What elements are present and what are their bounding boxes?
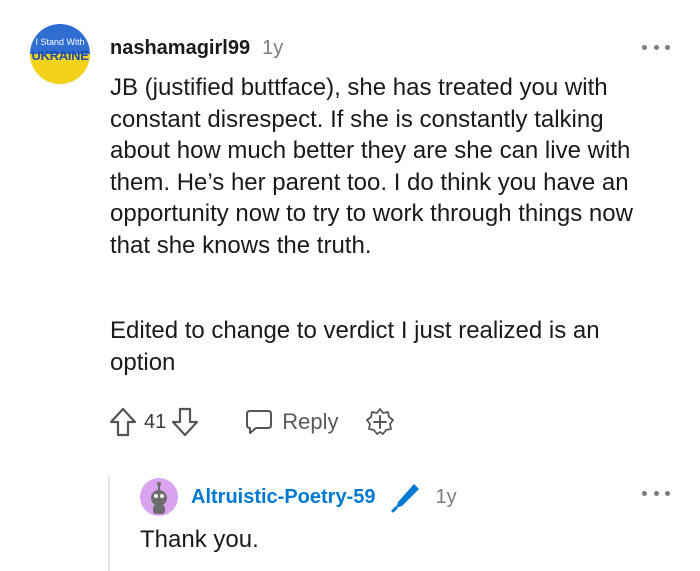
more-options-icon[interactable]	[642, 42, 670, 52]
reply-meta: Altruistic-Poetry-59 1y	[191, 481, 457, 513]
comment-body: JB (justified buttface), she has treated…	[110, 74, 633, 259]
reply-label: Reply	[282, 409, 339, 434]
comment-meta: nashamagirl99 1y	[110, 36, 283, 60]
reply-button[interactable]: Reply	[244, 407, 339, 437]
reply-avatar[interactable]	[140, 478, 178, 516]
comment-age: 1y	[262, 36, 284, 59]
comment-edit-note: Edited to change to verdict I just reali…	[110, 317, 600, 376]
reply-body: Thank you.	[140, 526, 259, 553]
pencil-icon	[390, 481, 422, 513]
comment-actions: 41 Reply	[108, 402, 395, 442]
vote-count: 41	[144, 410, 167, 433]
comment: I Stand With UKRAINE nashamagirl99 1y JB…	[0, 0, 700, 571]
reply-age: 1y	[435, 485, 457, 508]
upvote-arrow-icon[interactable]	[108, 406, 138, 438]
user-avatar[interactable]: I Stand With UKRAINE	[30, 24, 90, 84]
avatar-line-2: UKRAINE	[31, 48, 89, 63]
thread-line[interactable]	[108, 476, 110, 571]
reply-more-options-icon[interactable]	[642, 488, 670, 498]
avatar-line-1: I Stand With	[35, 37, 85, 47]
reply-username-link[interactable]: Altruistic-Poetry-59	[191, 486, 376, 509]
downvote-arrow-icon[interactable]	[170, 406, 200, 438]
award-plus-icon[interactable]	[365, 407, 395, 437]
username-link[interactable]: nashamagirl99	[110, 37, 250, 60]
reply-bubble-icon	[244, 407, 274, 437]
